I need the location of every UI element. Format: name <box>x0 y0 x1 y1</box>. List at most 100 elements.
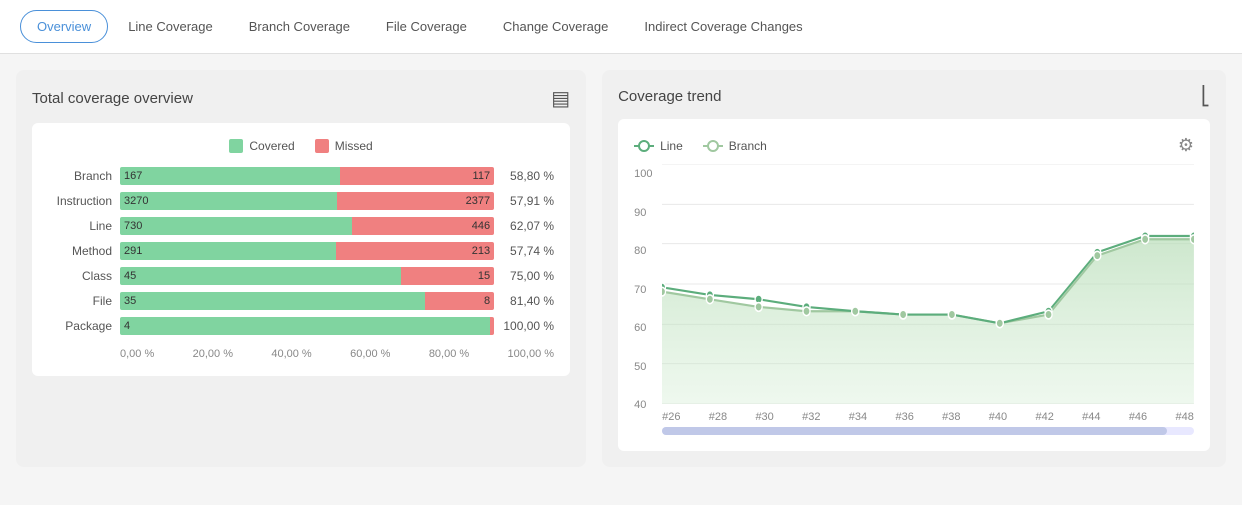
bar-pct-class: 75,00 % <box>494 269 554 283</box>
trend-legend-line: Line <box>634 135 683 156</box>
y-axis-label: 90 <box>634 207 656 219</box>
bar-row-package: Package4100,00 % <box>48 317 554 335</box>
branch-dot-48 <box>1190 235 1194 244</box>
branch-dot-32 <box>803 307 810 316</box>
x-axis-label: 60,00 % <box>350 348 390 360</box>
bar-row-line: Line73044662,07 % <box>48 217 554 235</box>
bar-label-method: Method <box>48 244 120 258</box>
bar-missed-file: 8 <box>425 292 495 310</box>
x-axis-label: 100,00 % <box>508 348 554 360</box>
bar-pct-instruction: 57,91 % <box>494 194 554 208</box>
trend-svg-container: #26#28#30#32#34#36#38#40#42#44#46#48 <box>662 164 1194 435</box>
bar-covered-file: 35 <box>120 292 425 310</box>
nav-tab-file-coverage[interactable]: File Coverage <box>370 11 483 42</box>
nav-tab-change-coverage[interactable]: Change Coverage <box>487 11 625 42</box>
x-axis-trend-label: #44 <box>1082 411 1100 423</box>
branch-dot-34 <box>852 307 859 316</box>
panel-header-left: Total coverage overview ▤ <box>32 86 570 111</box>
bar-row-file: File35881,40 % <box>48 292 554 310</box>
x-axis: 0,00 %20,00 %40,00 %60,00 %80,00 %100,00… <box>48 342 554 360</box>
bar-container-file: 358 <box>120 292 494 310</box>
y-axis-label: 100 <box>634 168 656 180</box>
nav-tab-line-coverage[interactable]: Line Coverage <box>112 11 229 42</box>
nav-bar: OverviewLine CoverageBranch CoverageFile… <box>0 0 1242 54</box>
bar-label-file: File <box>48 294 120 308</box>
branch-dot-26 <box>662 287 666 296</box>
bar-rows: Branch16711758,80 %Instruction3270237757… <box>48 167 554 335</box>
x-axis-trend-label: #36 <box>895 411 913 423</box>
bar-label-instruction: Instruction <box>48 194 120 208</box>
missed-label: Missed <box>335 139 373 153</box>
covered-dot <box>229 139 243 153</box>
branch-dot-44 <box>1094 251 1101 260</box>
branch-dot-46 <box>1142 235 1149 244</box>
bar-label-class: Class <box>48 269 120 283</box>
bar-label-line: Line <box>48 219 120 233</box>
bar-chart-icon[interactable]: ▤ <box>551 86 570 111</box>
line-legend-line <box>634 145 654 147</box>
bar-pct-file: 81,40 % <box>494 294 554 308</box>
bar-pct-line: 62,07 % <box>494 219 554 233</box>
bar-covered-method: 291 <box>120 242 336 260</box>
trend-legend-branch: Branch <box>703 135 767 156</box>
scrollbar-thumb[interactable] <box>662 427 1167 435</box>
bar-chart-legend: Covered Missed <box>48 139 554 153</box>
bar-row-method: Method29121357,74 % <box>48 242 554 260</box>
y-axis-label: 60 <box>634 322 656 334</box>
bar-row-class: Class451575,00 % <box>48 267 554 285</box>
bar-missed-instruction: 2377 <box>337 192 494 210</box>
x-axis-trend: #26#28#30#32#34#36#38#40#42#44#46#48 <box>662 407 1194 423</box>
branch-dot-36 <box>900 310 907 319</box>
bar-pct-package: 100,00 % <box>494 319 554 333</box>
nav-tab-overview[interactable]: Overview <box>20 10 108 43</box>
x-axis-trend-label: #40 <box>989 411 1007 423</box>
branch-dot-40 <box>996 319 1003 328</box>
bar-covered-class: 45 <box>120 267 401 285</box>
bar-container-method: 291213 <box>120 242 494 260</box>
coverage-trend-panel: Coverage trend ⎣ Line Branch ⚙ 100908070… <box>602 70 1226 467</box>
total-coverage-panel: Total coverage overview ▤ Covered Missed… <box>16 70 586 467</box>
branch-area <box>662 239 1194 404</box>
trend-chart-wrapper: 100908070605040 <box>634 164 1194 435</box>
trend-legend: Line Branch ⚙ <box>634 135 1194 156</box>
branch-dot-38 <box>948 310 955 319</box>
trend-svg <box>662 164 1194 404</box>
branch-dot-30 <box>755 303 762 312</box>
y-axis-label: 70 <box>634 284 656 296</box>
bar-label-package: Package <box>48 319 120 333</box>
bar-covered-line: 730 <box>120 217 352 235</box>
branch-dot-28 <box>706 295 713 304</box>
bar-pct-method: 57,74 % <box>494 244 554 258</box>
branch-legend-line <box>703 145 723 147</box>
branch-legend-label: Branch <box>729 139 767 153</box>
main-content: Total coverage overview ▤ Covered Missed… <box>0 54 1242 483</box>
bar-covered-instruction: 3270 <box>120 192 337 210</box>
nav-tab-branch-coverage[interactable]: Branch Coverage <box>233 11 366 42</box>
bar-container-line: 730446 <box>120 217 494 235</box>
legend-missed: Missed <box>315 139 373 153</box>
x-axis-trend-label: #30 <box>755 411 773 423</box>
legend-covered: Covered <box>229 139 294 153</box>
gear-icon[interactable]: ⚙ <box>1178 135 1194 156</box>
bar-row-instruction: Instruction3270237757,91 % <box>48 192 554 210</box>
bar-missed-line: 446 <box>352 217 494 235</box>
bar-container-branch: 167117 <box>120 167 494 185</box>
bar-chart-area: Covered Missed Branch16711758,80 % Instru… <box>32 123 570 376</box>
x-axis-trend-label: #42 <box>1035 411 1053 423</box>
panel-header-right: Coverage trend ⎣ <box>618 86 1210 107</box>
x-axis-label: 0,00 % <box>120 348 154 360</box>
covered-label: Covered <box>249 139 294 153</box>
x-axis-label: 80,00 % <box>429 348 469 360</box>
x-axis-trend-label: #34 <box>849 411 867 423</box>
line-chart-icon[interactable]: ⎣ <box>1201 86 1210 107</box>
y-axis: 100908070605040 <box>634 164 662 435</box>
coverage-trend-title: Coverage trend <box>618 88 721 105</box>
bar-covered-branch: 167 <box>120 167 340 185</box>
scrollbar-track[interactable] <box>662 427 1194 435</box>
bar-label-branch: Branch <box>48 169 120 183</box>
y-axis-label: 40 <box>634 399 656 411</box>
bar-pct-branch: 58,80 % <box>494 169 554 183</box>
nav-tab-indirect-coverage-changes[interactable]: Indirect Coverage Changes <box>628 11 818 42</box>
branch-dot-42 <box>1045 310 1052 319</box>
total-coverage-title: Total coverage overview <box>32 90 193 107</box>
